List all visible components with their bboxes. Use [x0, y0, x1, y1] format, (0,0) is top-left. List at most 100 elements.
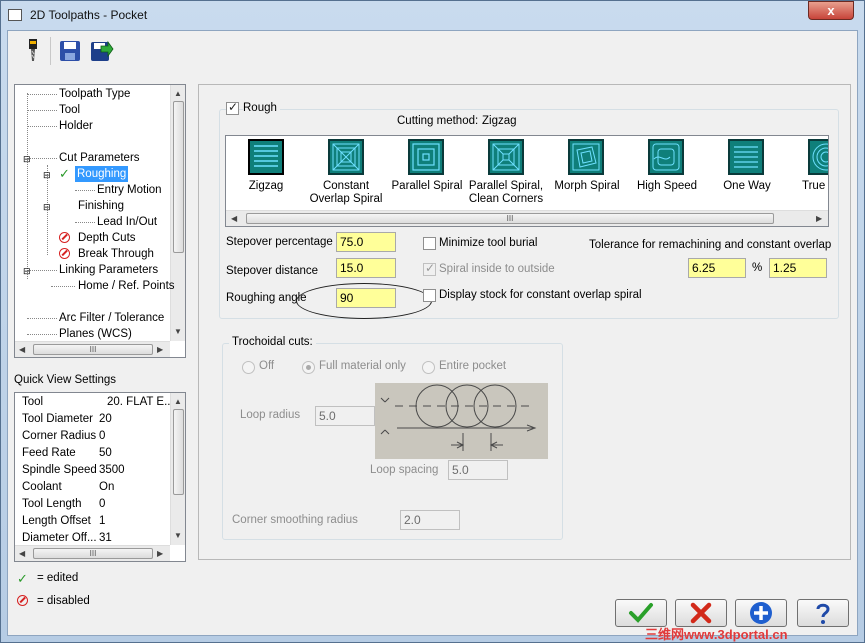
- cutting-method-hscroll-thumb[interactable]: III: [246, 213, 774, 224]
- tool-icon[interactable]: [20, 37, 46, 65]
- scroll-left-arrow-icon[interactable]: ◀: [231, 214, 237, 223]
- tree-hscroll[interactable]: ◀ III ▶: [15, 341, 170, 357]
- minimize-tool-burial-label: Minimize tool burial: [439, 237, 538, 249]
- rough-checkbox-label: Rough: [243, 102, 280, 114]
- collapse-icon[interactable]: ⊟: [23, 154, 31, 165]
- tree-item-lead-in-out[interactable]: Lead In/Out: [97, 214, 157, 230]
- ok-button[interactable]: [615, 599, 667, 627]
- tree-connector: [27, 270, 57, 271]
- constant-overlap-spiral-icon[interactable]: [328, 139, 364, 175]
- apply-button[interactable]: [735, 599, 787, 627]
- tree-connector: [27, 158, 57, 159]
- high-speed-icon[interactable]: [648, 139, 684, 175]
- tree-item-depth-cuts[interactable]: Depth Cuts: [78, 230, 136, 246]
- tolerance-percent-input[interactable]: 6.25: [688, 258, 746, 278]
- scroll-right-arrow-icon[interactable]: ▶: [157, 345, 163, 354]
- watermark: 三维网www.3dportal.cn: [645, 627, 788, 642]
- quick-view-hscroll-thumb[interactable]: III: [33, 548, 153, 559]
- scroll-right-arrow-icon[interactable]: ▶: [157, 549, 163, 558]
- tree-vscroll[interactable]: ▲ ▼: [170, 85, 185, 341]
- title-bar: 2D Toolpaths - Pocket x: [0, 0, 865, 30]
- stepover-distance-input[interactable]: 15.0: [336, 258, 396, 278]
- trochoidal-diagram: [375, 383, 548, 459]
- tree-item-entry-motion[interactable]: Entry Motion: [97, 182, 162, 198]
- trochoidal-full-material-label: Full material only: [319, 360, 406, 372]
- spiral-inside-checkbox[interactable]: [423, 261, 436, 276]
- tree-item-roughing[interactable]: Roughing: [75, 166, 129, 182]
- scroll-down-arrow-icon[interactable]: ▼: [174, 327, 182, 336]
- plus-icon: [750, 602, 772, 624]
- cutting-method-hscroll[interactable]: ◀ III ▶: [226, 210, 828, 226]
- help-button[interactable]: [797, 599, 849, 627]
- tree-connector: [27, 94, 57, 95]
- edited-check-icon: ✓: [59, 166, 70, 181]
- method-label-zigzag[interactable]: Zigzag: [226, 180, 306, 193]
- tree-vscroll-thumb[interactable]: [173, 101, 184, 253]
- tree-item-cut-parameters[interactable]: Cut Parameters: [59, 150, 140, 166]
- quick-view-row: Feed Rate 50: [22, 447, 112, 459]
- scroll-up-arrow-icon[interactable]: ▲: [174, 397, 182, 406]
- quick-view-panel: Tool 20. FLAT E... Tool Diameter 20 Corner…: [14, 392, 186, 562]
- trochoidal-full-material-radio[interactable]: [302, 361, 315, 374]
- stepover-percentage-input[interactable]: 75.0: [336, 232, 396, 252]
- collapse-icon[interactable]: ⊟: [23, 266, 31, 277]
- tree-connector: [75, 222, 95, 223]
- morph-spiral-icon[interactable]: [568, 139, 604, 175]
- method-label-parallel-spiral-clean-corners[interactable]: Parallel Spiral, Clean Corners: [466, 180, 546, 206]
- tree-item-break-through[interactable]: Break Through: [78, 246, 154, 262]
- method-label-constant-overlap-spiral[interactable]: Constant Overlap Spiral: [306, 180, 386, 206]
- minimize-tool-burial-checkbox[interactable]: [423, 237, 436, 250]
- corner-smoothing-input[interactable]: 2.0: [400, 510, 460, 530]
- scroll-down-arrow-icon[interactable]: ▼: [174, 531, 182, 540]
- quick-view-hscroll[interactable]: ◀ III ▶: [15, 545, 170, 561]
- method-label-high-speed[interactable]: High Speed: [627, 180, 707, 193]
- loop-spacing-input[interactable]: 5.0: [448, 460, 508, 480]
- trochoidal-entire-pocket-radio[interactable]: [422, 361, 435, 374]
- true-spiral-icon[interactable]: [808, 139, 828, 175]
- scroll-left-arrow-icon[interactable]: ◀: [19, 345, 25, 354]
- method-label-true-spiral[interactable]: True S: [782, 180, 828, 193]
- tree-item-linking-parameters[interactable]: Linking Parameters: [59, 262, 158, 278]
- parallel-spiral-icon[interactable]: [408, 139, 444, 175]
- quick-view-vscroll[interactable]: ▲ ▼: [170, 393, 185, 545]
- save-to-library-icon[interactable]: [88, 37, 114, 65]
- tolerance-input[interactable]: 1.25: [769, 258, 827, 278]
- scroll-left-arrow-icon[interactable]: ◀: [19, 549, 25, 558]
- percent-sign: %: [752, 262, 763, 274]
- rough-checkbox[interactable]: [226, 100, 239, 115]
- save-icon[interactable]: [57, 37, 83, 65]
- quick-view-vscroll-thumb[interactable]: [173, 409, 184, 495]
- loop-radius-input[interactable]: 5.0: [315, 406, 375, 426]
- toolbar: [10, 33, 852, 69]
- tree-item-arc-filter-tolerance[interactable]: Arc Filter / Tolerance: [59, 310, 164, 326]
- parallel-spiral-clean-corners-icon[interactable]: [488, 139, 524, 175]
- tree-item-toolpath-type[interactable]: Toolpath Type: [59, 86, 130, 102]
- display-stock-checkbox[interactable]: [423, 289, 436, 302]
- corner-smoothing-label: Corner smoothing radius: [232, 514, 358, 526]
- scroll-up-arrow-icon[interactable]: ▲: [174, 89, 182, 98]
- zigzag-icon[interactable]: [248, 139, 284, 175]
- tree-item-tool[interactable]: Tool: [59, 102, 80, 118]
- collapse-icon[interactable]: ⊟: [43, 170, 51, 181]
- close-button[interactable]: x: [808, 1, 854, 20]
- scroll-right-arrow-icon[interactable]: ▶: [816, 214, 822, 223]
- quick-view-row: Tool 20. FLAT E...: [22, 396, 174, 408]
- method-label-morph-spiral[interactable]: Morph Spiral: [547, 180, 627, 193]
- disabled-icon: [17, 595, 28, 606]
- quick-view-row: Tool Length 0: [22, 498, 106, 510]
- one-way-icon[interactable]: [728, 139, 764, 175]
- collapse-icon[interactable]: ⊟: [43, 202, 51, 213]
- tree-hscroll-thumb[interactable]: III: [33, 344, 153, 355]
- quick-view-row: Tool Diameter 20: [22, 413, 112, 425]
- tree-item-holder[interactable]: Holder: [59, 118, 93, 134]
- tree-item-planes-wcs[interactable]: Planes (WCS): [59, 326, 132, 342]
- roughing-angle-input[interactable]: 90: [336, 288, 396, 308]
- method-label-parallel-spiral[interactable]: Parallel Spiral: [387, 180, 467, 193]
- trochoidal-entire-pocket-label: Entire pocket: [439, 360, 507, 372]
- method-label-one-way[interactable]: One Way: [707, 180, 787, 193]
- tree-item-finishing[interactable]: Finishing: [78, 198, 124, 214]
- trochoidal-off-radio[interactable]: [242, 361, 255, 374]
- tree-item-home-ref-points[interactable]: Home / Ref. Points: [78, 278, 175, 294]
- tree-connector: [27, 110, 57, 111]
- cancel-button[interactable]: [675, 599, 727, 627]
